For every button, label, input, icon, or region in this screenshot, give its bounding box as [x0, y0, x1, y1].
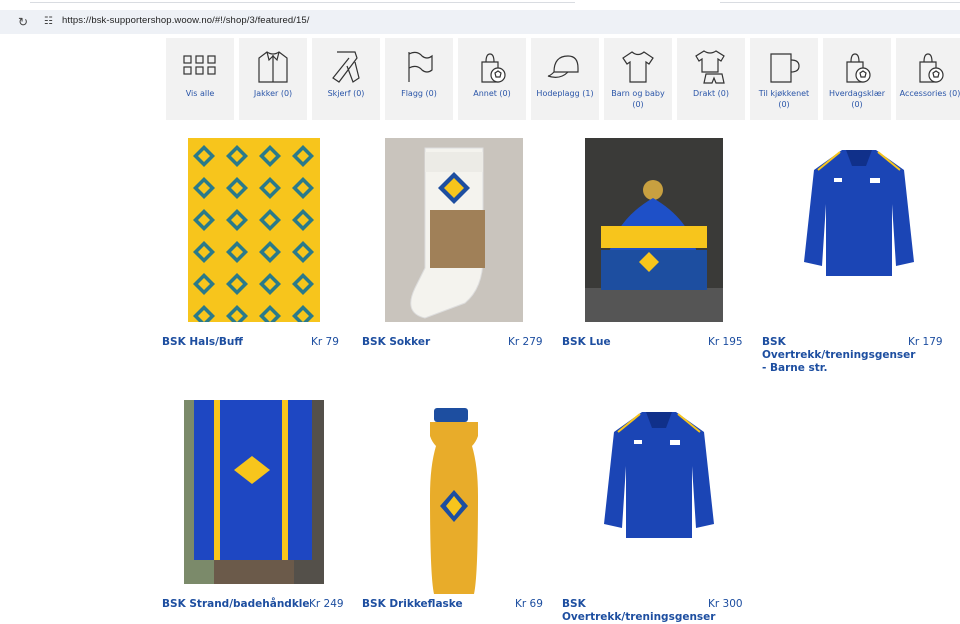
category-barn-og-baby[interactable]: Barn og baby (0) — [604, 38, 672, 120]
category-label: Vis alle — [185, 89, 215, 98]
category-label: Skjerf (0) — [327, 89, 365, 98]
bag-ball-icon — [919, 53, 944, 83]
scarf-icon — [332, 51, 360, 83]
bag-ball-icon — [481, 53, 506, 83]
product-image-lue[interactable] — [585, 138, 723, 322]
mug-icon — [770, 53, 800, 83]
category-vis-alle[interactable]: Vis alle — [166, 38, 234, 120]
category-label: Annet (0) — [473, 89, 511, 98]
category-hverdagsklaer[interactable]: Hverdagsklær (0) — [823, 38, 891, 120]
category-drakt[interactable]: Drakt (0) — [677, 38, 745, 120]
category-hodeplagg[interactable]: Hodeplagg (1) — [531, 38, 599, 120]
product-name[interactable]: BSK Lue — [562, 336, 611, 349]
product-price: Kr 79 — [311, 336, 339, 348]
bag-ball-icon — [846, 53, 871, 83]
product-name[interactable]: BSK Sokker — [362, 336, 430, 349]
flag-icon — [408, 51, 433, 82]
reload-icon[interactable]: ↻ — [18, 15, 32, 29]
category-label: Accessories (0) — [899, 89, 960, 98]
category-skjerf[interactable]: Skjerf (0) — [312, 38, 380, 120]
site-settings-icon[interactable]: ☷ — [44, 15, 58, 29]
jacket-icon — [258, 51, 288, 83]
product-image-sokker[interactable] — [385, 138, 523, 322]
product-price: Kr 249 — [309, 598, 344, 610]
tshirt-icon — [622, 51, 654, 83]
grid-icon — [183, 55, 216, 75]
address-bar[interactable]: ↻ ☷ https://bsk-supportershop.woow.no/#!… — [0, 10, 960, 34]
product-name[interactable]: BSK Overtrekk/treningsgenser - Barne str… — [762, 336, 916, 375]
kit-icon — [695, 50, 725, 84]
product-image-overtrekk[interactable] — [600, 402, 718, 542]
product-name[interactable]: BSK Overtrekk/treningsgenser — [562, 598, 716, 624]
category-annet[interactable]: Annet (0) — [458, 38, 526, 120]
product-price: Kr 300 — [708, 598, 743, 610]
category-bar: Vis alle Jakker (0) Skjerf (0) Flagg (0)… — [166, 38, 960, 120]
product-name[interactable]: BSK Strand/badehåndkle — [162, 598, 310, 611]
product-price: Kr 179 — [908, 336, 943, 348]
category-til-kjokkenet[interactable]: Til kjøkkenet (0) — [750, 38, 818, 120]
product-name[interactable]: BSK Drikkeflaske — [362, 598, 463, 611]
cap-icon — [547, 55, 579, 78]
product-name[interactable]: BSK Hals/Buff — [162, 336, 243, 349]
category-label: Barn og baby (0) — [611, 89, 665, 109]
category-label: Hodeplagg (1) — [536, 89, 594, 98]
browser-top-edge — [0, 0, 960, 10]
product-price: Kr 69 — [515, 598, 543, 610]
category-label: Til kjøkkenet (0) — [758, 89, 810, 109]
product-image-drikkeflaske[interactable] — [424, 406, 484, 600]
category-label: Jakker (0) — [253, 89, 293, 98]
product-price: Kr 195 — [708, 336, 743, 348]
product-image-hals-buff[interactable] — [188, 138, 320, 322]
product-price: Kr 279 — [508, 336, 543, 348]
category-accessories[interactable]: Accessories (0) — [896, 38, 960, 120]
category-label: Flagg (0) — [401, 89, 437, 98]
url-text[interactable]: https://bsk-supportershop.woow.no/#!/sho… — [62, 15, 309, 26]
category-flagg[interactable]: Flagg (0) — [385, 38, 453, 120]
category-label: Hverdagsklær (0) — [828, 89, 886, 109]
product-image-overtrekk-barne[interactable] — [800, 140, 918, 280]
product-image-badehandkle[interactable] — [184, 400, 324, 584]
category-label: Drakt (0) — [693, 89, 729, 98]
category-jakker[interactable]: Jakker (0) — [239, 38, 307, 120]
